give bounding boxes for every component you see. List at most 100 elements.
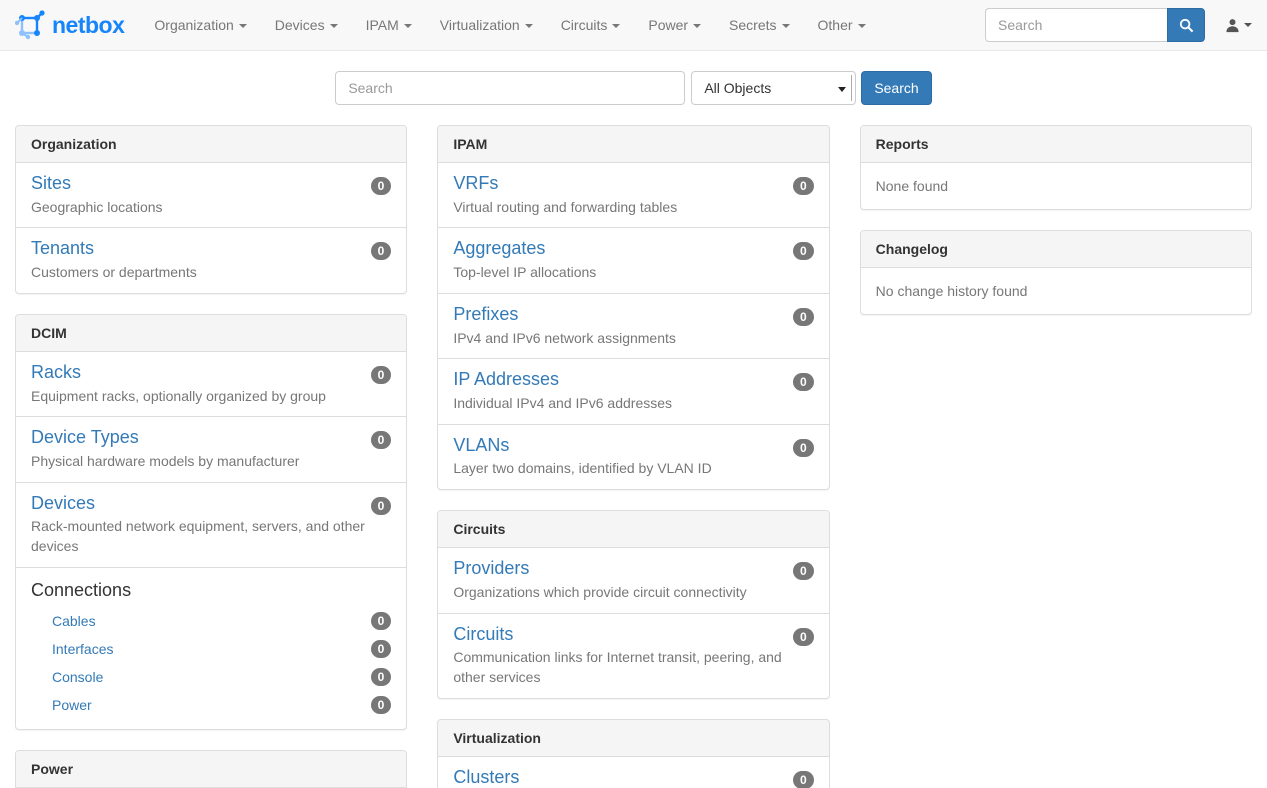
list-item-providers: 0 Providers Organizations which provide … — [438, 548, 828, 612]
racks-link[interactable]: Racks — [31, 362, 81, 384]
console-link[interactable]: Console — [52, 669, 103, 685]
connections-group: Connections 0 Cables 0 Interfaces 0 Cons… — [16, 567, 406, 729]
search-button[interactable]: Search — [861, 71, 931, 105]
netbox-brand[interactable]: netbox — [15, 10, 124, 40]
item-description: Geographic locations — [31, 198, 391, 218]
search-icon — [1179, 18, 1194, 33]
dashboard-grid: Organization 0 Sites Geographic location… — [0, 125, 1267, 788]
aggregates-link[interactable]: Aggregates — [453, 238, 545, 260]
panel-reports: Reports None found — [860, 125, 1252, 210]
list-item-sites: 0 Sites Geographic locations — [16, 163, 406, 227]
netbox-logo-icon — [15, 10, 45, 40]
reports-empty-message: None found — [861, 163, 1251, 209]
item-description: Physical hardware models by manufacturer — [31, 452, 391, 472]
device-types-link[interactable]: Device Types — [31, 427, 139, 449]
user-menu[interactable] — [1225, 18, 1252, 33]
count-badge: 0 — [793, 771, 814, 788]
panel-dcim: DCIM 0 Racks Equipment racks, optionally… — [15, 314, 407, 730]
item-description: Top-level IP allocations — [453, 263, 813, 283]
panel-organization: Organization 0 Sites Geographic location… — [15, 125, 407, 294]
list-item-clusters: 0 Clusters — [438, 757, 828, 788]
nav-menu-ipam[interactable]: IPAM — [352, 2, 426, 48]
interfaces-link[interactable]: Interfaces — [52, 641, 113, 657]
nav-menu-organization[interactable]: Organization — [140, 2, 260, 48]
nav-menu-virtualization[interactable]: Virtualization — [426, 2, 547, 48]
list-item-circuits: 0 Circuits Communication links for Inter… — [438, 613, 828, 698]
count-badge: 0 — [793, 562, 814, 580]
panel-title: Organization — [16, 126, 406, 163]
nav-menu-power[interactable]: Power — [634, 2, 715, 48]
object-type-select[interactable]: All Objects — [691, 71, 856, 105]
chevron-down-icon — [404, 24, 412, 28]
nav-menu-other[interactable]: Other — [804, 2, 880, 48]
count-badge: 0 — [371, 640, 392, 658]
navbar-search-button[interactable] — [1167, 8, 1205, 42]
search-input[interactable] — [335, 71, 685, 105]
connections-row-interfaces: 0 Interfaces — [31, 635, 391, 663]
clusters-link[interactable]: Clusters — [453, 767, 519, 788]
connections-row-cables: 0 Cables — [31, 607, 391, 635]
list-item-vlans: 0 VLANs Layer two domains, identified by… — [438, 424, 828, 489]
changelog-empty-message: No change history found — [861, 268, 1251, 314]
prefixes-link[interactable]: Prefixes — [453, 304, 518, 326]
count-badge: 0 — [371, 696, 392, 714]
vlans-link[interactable]: VLANs — [453, 435, 509, 457]
chevron-down-icon — [782, 24, 790, 28]
list-item-ip-addresses: 0 IP Addresses Individual IPv4 and IPv6 … — [438, 358, 828, 423]
count-badge: 0 — [371, 177, 392, 195]
connections-row-console: 0 Console — [31, 663, 391, 691]
panel-title: Virtualization — [438, 720, 828, 757]
item-description: Communication links for Internet transit… — [453, 648, 813, 688]
list-item-devices: 0 Devices Rack-mounted network equipment… — [16, 482, 406, 567]
navbar-search-form — [985, 8, 1205, 42]
panel-power: Power — [15, 750, 407, 788]
chevron-down-icon — [838, 87, 846, 92]
count-badge: 0 — [371, 242, 392, 260]
tenants-link[interactable]: Tenants — [31, 238, 94, 260]
count-badge: 0 — [371, 668, 392, 686]
list-item-device-types: 0 Device Types Physical hardware models … — [16, 416, 406, 481]
vrfs-link[interactable]: VRFs — [453, 173, 498, 195]
circuits-link[interactable]: Circuits — [453, 624, 513, 646]
ip-addresses-link[interactable]: IP Addresses — [453, 369, 559, 391]
count-badge: 0 — [371, 431, 392, 449]
count-badge: 0 — [793, 308, 814, 326]
count-badge: 0 — [793, 242, 814, 260]
nav-menu-devices[interactable]: Devices — [261, 2, 352, 48]
power-link[interactable]: Power — [52, 697, 92, 713]
chevron-down-icon — [858, 24, 866, 28]
count-badge: 0 — [793, 628, 814, 646]
item-description: Layer two domains, identified by VLAN ID — [453, 459, 813, 479]
top-navbar: netbox Organization Devices IPAM Virtual… — [0, 0, 1267, 51]
cables-link[interactable]: Cables — [52, 613, 96, 629]
connections-heading: Connections — [31, 580, 391, 601]
list-item-vrfs: 0 VRFs Virtual routing and forwarding ta… — [438, 163, 828, 227]
sites-link[interactable]: Sites — [31, 173, 71, 195]
panel-virtualization: Virtualization 0 Clusters — [437, 719, 829, 788]
devices-link[interactable]: Devices — [31, 493, 95, 515]
chevron-down-icon — [693, 24, 701, 28]
nav-menu-circuits[interactable]: Circuits — [547, 2, 635, 48]
panel-title: Reports — [861, 126, 1251, 163]
item-description: Equipment racks, optionally organized by… — [31, 387, 391, 407]
column-left: Organization 0 Sites Geographic location… — [15, 125, 407, 788]
chevron-down-icon — [239, 24, 247, 28]
nav-menu-secrets[interactable]: Secrets — [715, 2, 803, 48]
chevron-down-icon — [1244, 23, 1252, 27]
quick-search-bar: All Objects Search — [0, 71, 1267, 105]
panel-title: DCIM — [16, 315, 406, 352]
list-item-prefixes: 0 Prefixes IPv4 and IPv6 network assignm… — [438, 293, 828, 358]
count-badge: 0 — [371, 497, 392, 515]
panel-circuits: Circuits 0 Providers Organizations which… — [437, 510, 829, 699]
navbar-search-input[interactable] — [985, 8, 1167, 42]
count-badge: 0 — [793, 373, 814, 391]
item-description: Rack-mounted network equipment, servers,… — [31, 517, 391, 557]
providers-link[interactable]: Providers — [453, 558, 529, 580]
panel-title: IPAM — [438, 126, 828, 163]
list-item-tenants: 0 Tenants Customers or departments — [16, 227, 406, 292]
count-badge: 0 — [371, 366, 392, 384]
item-description: Virtual routing and forwarding tables — [453, 198, 813, 218]
panel-ipam: IPAM 0 VRFs Virtual routing and forwardi… — [437, 125, 829, 490]
panel-title: Changelog — [861, 231, 1251, 268]
select-divider — [851, 75, 852, 101]
